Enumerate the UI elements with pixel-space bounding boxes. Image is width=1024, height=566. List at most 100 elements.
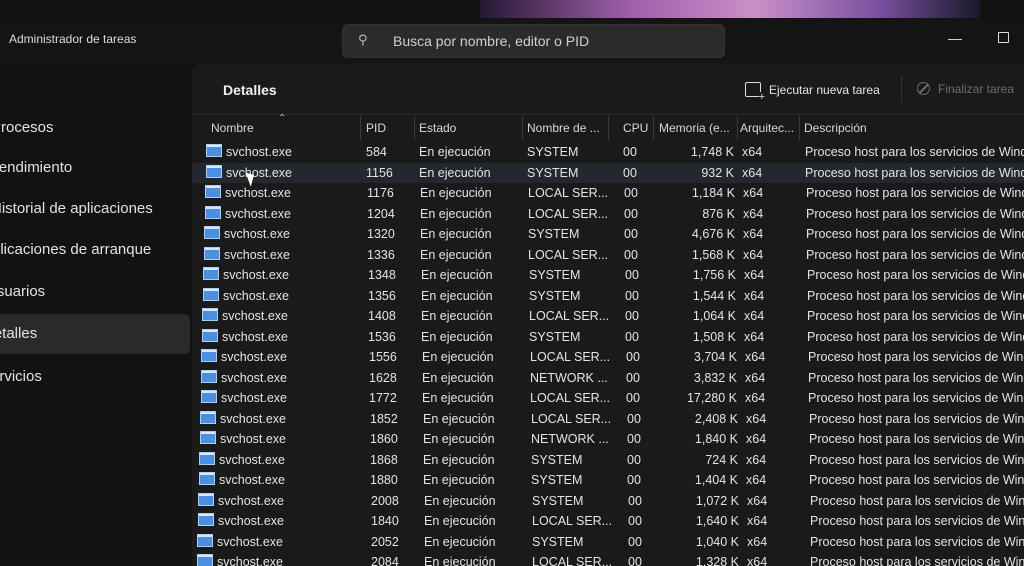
table-row[interactable]: svchost.exe 1356 En ejecución SYSTEM 00 1,544…	[192, 286, 1024, 306]
cell-username: LOCAL SER...	[528, 245, 608, 265]
cell-architecture: x64	[745, 368, 800, 388]
sidebar-item-rendimiento[interactable]: Rendimiento	[0, 148, 190, 188]
cell-description-text: Proceso host para los servicios de Windo…	[806, 227, 1024, 241]
cell-pid: 1320	[367, 224, 415, 244]
table-row[interactable]: svchost.exe 1772 En ejecución LOCAL SER... 0…	[192, 388, 1024, 408]
column-divider[interactable]	[653, 116, 654, 140]
minimize-button[interactable]: —	[940, 26, 970, 50]
run-new-task-button[interactable]: Ejecutar nueva tarea	[745, 82, 880, 102]
cell-architecture-text: x64	[744, 288, 765, 303]
table-row[interactable]: svchost.exe 1556 En ejecución LOCAL SER... 0…	[192, 347, 1024, 367]
table-row[interactable]: svchost.exe 1868 En ejecución SYSTEM 00 724 K…	[192, 450, 1024, 470]
table-row[interactable]: svchost.exe 1408 En ejecución LOCAL SER... 0…	[192, 306, 1024, 326]
table-row[interactable]: svchost.exe 2084 En ejecución LOCAL SER... 0…	[192, 552, 1024, 566]
cell-username-text: LOCAL SER...	[532, 514, 612, 528]
table-row[interactable]: svchost.exe 2008 En ejecución SYSTEM 00 1,072…	[192, 491, 1024, 511]
cell-name: svchost.exe	[199, 470, 349, 490]
end-task-button[interactable]: Finalizar tarea	[917, 82, 1014, 96]
cell-name-text: svchost.exe	[218, 514, 285, 528]
cell-architecture-text: x64	[744, 309, 765, 323]
column-header-memory[interactable]: Memoria (e...	[659, 121, 737, 135]
cell-description-text: Proceso host para los servicios de Windo…	[810, 555, 1024, 566]
cell-pid: 584	[366, 142, 414, 162]
table-row[interactable]: svchost.exe 1204 En ejecución LOCAL SER... 0…	[192, 204, 1024, 224]
table-row[interactable]: svchost.exe 1176 En ejecución LOCAL SER... 0…	[192, 183, 1024, 203]
cell-memory-text: 1,508 K	[692, 329, 736, 344]
cell-username-text: SYSTEM	[527, 165, 579, 180]
details-panel: Detalles Ejecutar nueva tarea Finalizar …	[192, 64, 1024, 566]
process-icon	[205, 185, 221, 198]
cell-status: En ejecución	[422, 388, 522, 408]
cell-pid-text: 1156	[366, 165, 393, 180]
cell-username: LOCAL SER...	[528, 204, 608, 224]
cell-username: SYSTEM	[528, 224, 608, 244]
table-row[interactable]: svchost.exe 1840 En ejecución LOCAL SER... 0…	[192, 511, 1024, 531]
cell-memory-text: 4,676 K	[691, 227, 735, 241]
table-row[interactable]: svchost.exe 1880 En ejecución SYSTEM 00 1,404…	[192, 470, 1024, 490]
column-divider[interactable]	[522, 116, 523, 140]
cell-description: Proceso host para los servicios de Windo…	[805, 163, 1024, 183]
column-header-username[interactable]: Nombre de ...	[527, 121, 609, 135]
column-header-architecture[interactable]: Arquitec...	[740, 121, 800, 135]
cell-memory-text: 724 K	[705, 452, 738, 467]
search-input[interactable]: ⚲ Busca por nombre, editor o PID	[342, 24, 725, 58]
cell-pid: 1852	[370, 409, 418, 429]
table-row[interactable]: svchost.exe 1156 En ejecución SYSTEM 00 932 K…	[192, 162, 1024, 183]
sidebar-item-historial[interactable]: Historial de aplicaciones	[0, 189, 190, 229]
cell-username-text: SYSTEM	[531, 473, 583, 487]
table-row[interactable]: svchost.exe 1536 En ejecución SYSTEM 00 1,508…	[192, 327, 1024, 347]
cell-memory: 17,280 K	[662, 388, 737, 408]
sidebar-item-usuarios[interactable]: Usuarios	[0, 272, 190, 312]
column-divider[interactable]	[608, 116, 609, 140]
maximize-button[interactable]	[988, 26, 1018, 50]
process-icon	[200, 410, 216, 424]
column-header-description[interactable]: Descripción	[804, 121, 1024, 135]
cell-status: En ejecución	[420, 245, 520, 265]
desktop-wallpaper	[480, 0, 980, 20]
cell-architecture: x64	[744, 286, 799, 306]
column-divider[interactable]	[799, 116, 800, 140]
cell-description-text: Proceso host para los servicios de Windo…	[807, 288, 1024, 303]
sidebar-item-detalles[interactable]: Detalles	[0, 314, 190, 354]
column-divider[interactable]	[737, 116, 738, 140]
cell-architecture: x64	[743, 183, 798, 203]
cell-memory-text: 17,280 K	[686, 391, 737, 405]
sidebar-item-label: Aplicaciones de arranque	[0, 241, 152, 258]
cell-architecture: x64	[743, 204, 798, 224]
cell-name: svchost.exe	[205, 204, 355, 224]
column-header-cpu[interactable]: CPU	[623, 121, 653, 135]
table-row[interactable]: svchost.exe 1320 En ejecución SYSTEM 00 4,676…	[192, 224, 1024, 244]
sidebar-item-procesos[interactable]: Procesos	[0, 108, 190, 148]
process-icon	[199, 451, 215, 465]
cell-name: svchost.exe	[201, 388, 351, 408]
toolbar-divider	[901, 76, 902, 102]
cell-cpu-text: 00	[624, 247, 638, 262]
cell-name-text: svchost.exe	[217, 534, 284, 549]
table-row[interactable]: svchost.exe 1628 En ejecución NETWORK ... 00…	[192, 368, 1024, 388]
cell-cpu: 00	[626, 368, 656, 388]
cell-name-text: svchost.exe	[217, 555, 284, 566]
cell-memory: 2,408 K	[663, 409, 738, 429]
column-header-status[interactable]: Estado	[419, 121, 519, 135]
cell-username: SYSTEM	[529, 286, 609, 306]
table-row[interactable]: svchost.exe 1336 En ejecución LOCAL SER... 0…	[192, 245, 1024, 265]
sidebar-item-arranque[interactable]: Aplicaciones de arranque	[0, 230, 190, 270]
table-row[interactable]: svchost.exe 2052 En ejecución SYSTEM 00 1,040…	[192, 532, 1024, 552]
cell-name-text: svchost.exe	[219, 452, 286, 467]
cell-username-text: LOCAL SER...	[530, 350, 610, 364]
cell-cpu-text: 00	[626, 350, 640, 364]
column-divider[interactable]	[360, 116, 361, 140]
table-row[interactable]: svchost.exe 1348 En ejecución SYSTEM 00 1,756…	[192, 265, 1024, 285]
cell-architecture: x64	[747, 511, 802, 531]
cell-cpu: 00	[628, 532, 658, 552]
cell-architecture: x64	[743, 224, 798, 244]
cell-description-text: Proceso host para los servicios de Windo…	[808, 391, 1024, 405]
column-header-pid[interactable]: PID	[366, 121, 414, 135]
column-divider[interactable]	[414, 116, 415, 140]
sidebar-item-servicios[interactable]: Servicios	[0, 357, 190, 397]
table-row[interactable]: svchost.exe 584 En ejecución SYSTEM 00 1,748 …	[192, 142, 1024, 162]
cell-description-text: Proceso host para los servicios de Windo…	[806, 206, 1024, 221]
cell-architecture: x64	[746, 450, 801, 470]
table-row[interactable]: svchost.exe 1852 En ejecución LOCAL SER... 0…	[192, 409, 1024, 429]
table-row[interactable]: svchost.exe 1860 En ejecución NETWORK ... 00…	[192, 429, 1024, 449]
